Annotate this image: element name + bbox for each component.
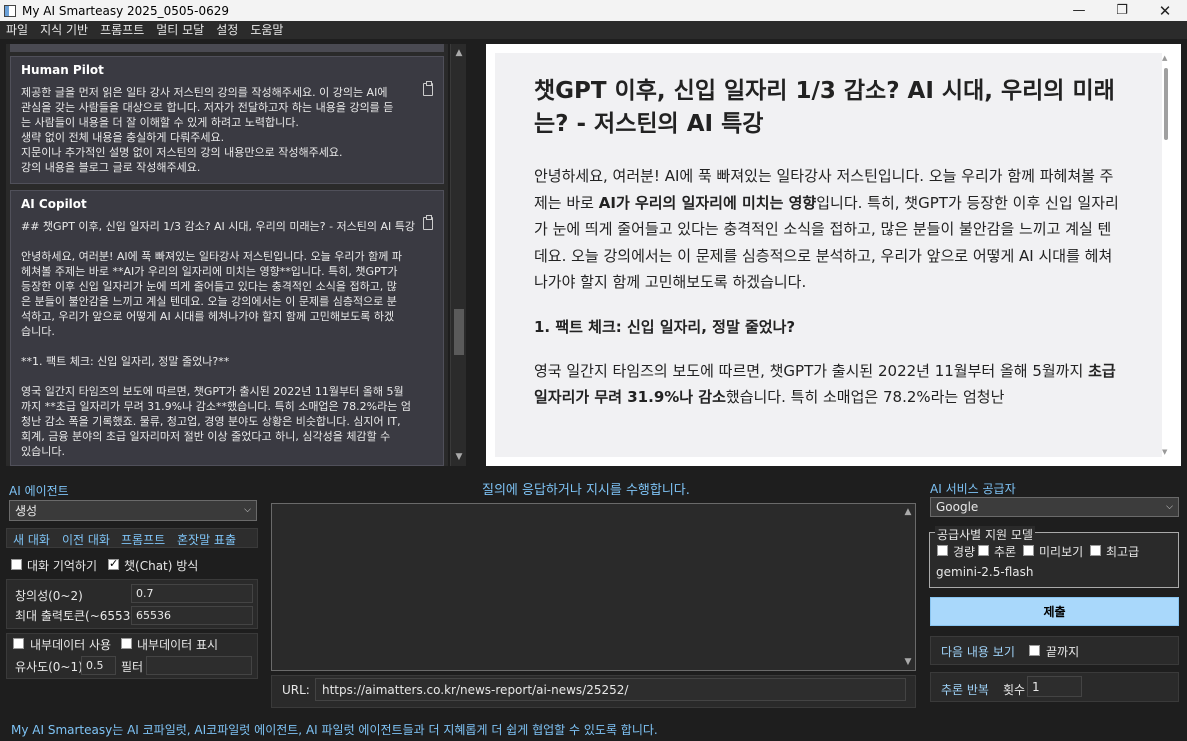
paragraph-bold-text: AI가 우리의 일자리에 미치는 영향	[598, 193, 817, 212]
chat-history-panel[interactable]: Human Pilot 제공한 글을 먼저 읽은 일타 강사 저스틴의 강의를 …	[6, 44, 448, 466]
chat-scrollbar[interactable]: ▲ ▼	[450, 44, 466, 466]
status-text: My AI Smarteasy는 AI 코파일럿, AI코파일럿 에이전트, A…	[11, 723, 658, 737]
document-paragraph: 영국 일간지 타임즈의 보도에 따르면, 챗GPT가 출시된 2022년 11월…	[534, 358, 1122, 411]
scroll-down-icon[interactable]: ▼	[1162, 448, 1167, 456]
model-premium-checkbox[interactable]	[1090, 545, 1101, 556]
chat-mode-checkbox[interactable]	[108, 557, 119, 570]
prompt-hint: 질의에 응답하거나 지시를 수행합니다.	[482, 483, 690, 498]
document-paragraph: 안녕하세요, 여러분! AI에 푹 빠져있는 일타강사 저스틴입니다. 오늘 우…	[534, 163, 1122, 296]
menu-knowledge-base[interactable]: 지식 기반	[34, 21, 94, 39]
submit-button[interactable]: 제출	[930, 597, 1179, 626]
document-content: 챗GPT 이후, 신입 일자리 1/3 감소? AI 시대, 우리의 미래는? …	[495, 53, 1162, 457]
remember-conversation-checkbox[interactable]	[11, 559, 22, 570]
menu-settings[interactable]: 설정	[210, 21, 244, 39]
ai-message-text: ## 챗GPT 이후, 신입 일자리 1/3 감소? AI 시대, 우리의 미래…	[21, 220, 416, 458]
model-light-checkbox[interactable]	[937, 545, 948, 556]
menu-file[interactable]: 파일	[0, 21, 34, 39]
tab-new-chat[interactable]: 새 대화	[13, 531, 50, 548]
model-preview-label: 미리보기	[1039, 545, 1084, 559]
menu-multimodal[interactable]: 멀티 모달	[150, 21, 210, 39]
menu-bar: 파일 지식 기반 프롬프트 멀티 모달 설정 도움말	[0, 21, 1187, 39]
scroll-thumb[interactable]	[454, 309, 464, 355]
until-end-label: 끝까지	[1046, 645, 1080, 659]
max-tokens-label: 최대 출력토큰(~65536)	[15, 609, 143, 623]
prompt-scrollbar[interactable]: ▲ ▼	[900, 505, 915, 669]
provider-section-label: AI 서비스 공급자	[930, 482, 1016, 496]
remember-conversation-label: 대화 기억하기	[27, 559, 98, 573]
paragraph-text: 영국 일간지 타임즈의 보도에 따르면, 챗GPT가 출시된 2022년 11월…	[534, 361, 1089, 380]
model-reasoning-checkbox[interactable]	[978, 545, 989, 556]
document-heading: 1. 팩트 체크: 신입 일자리, 정말 줄었나?	[534, 317, 796, 336]
use-internal-data-label: 내부데이터 사용	[30, 638, 112, 652]
menu-prompt[interactable]: 프롬프트	[94, 21, 150, 39]
model-premium-label: 최고급	[1106, 545, 1140, 559]
url-label: URL:	[282, 683, 310, 697]
creativity-label: 창의성(0~2)	[15, 589, 83, 603]
model-preview-checkbox[interactable]	[1023, 545, 1034, 556]
count-input[interactable]: 1	[1027, 676, 1082, 697]
show-internal-data-checkbox[interactable]	[121, 638, 132, 649]
clipboard-icon[interactable]	[423, 81, 433, 96]
filter-input[interactable]	[146, 656, 252, 675]
next-content-link[interactable]: 다음 내용 보기	[941, 643, 1015, 660]
filter-label: 필터	[121, 660, 144, 674]
document-preview-panel[interactable]: 챗GPT 이후, 신입 일자리 1/3 감소? AI 시대, 우리의 미래는? …	[486, 44, 1181, 466]
chat-mode-label: 챗(Chat) 방식	[124, 559, 199, 573]
max-tokens-input[interactable]: 65536	[131, 606, 253, 625]
tab-prompt[interactable]: 프롬프트	[121, 531, 165, 548]
creativity-input[interactable]: 0.7	[131, 584, 253, 603]
agent-select[interactable]: 생성 ⌵	[9, 500, 257, 521]
model-name[interactable]: gemini-2.5-flash	[936, 565, 1033, 579]
url-input[interactable]: https://aimatters.co.kr/news-report/ai-n…	[315, 678, 906, 701]
menu-help[interactable]: 도움말	[244, 21, 289, 39]
chevron-down-icon: ⌵	[1166, 502, 1173, 512]
human-message-text: 제공한 글을 먼저 읽은 일타 강사 저스틴의 강의를 작성해주세요. 이 강의…	[21, 86, 394, 174]
scroll-up-icon[interactable]: ▲	[900, 505, 916, 519]
scroll-up-icon[interactable]: ▲	[451, 46, 467, 60]
clipboard-icon[interactable]	[423, 215, 433, 230]
human-role-label: Human Pilot	[21, 63, 104, 77]
previous-message-edge	[10, 44, 444, 52]
scroll-up-icon[interactable]: ▲	[1162, 54, 1167, 62]
app-icon	[4, 4, 16, 17]
provider-select[interactable]: Google ⌵	[930, 497, 1179, 517]
title-bar: My AI Smarteasy 2025_0505-0629 — ❐ ✕	[0, 0, 1187, 21]
until-end-checkbox[interactable]	[1029, 645, 1040, 656]
paragraph-text: 했습니다. 특히 소매업은 78.2%라는 엄청난	[725, 388, 1005, 406]
repeat-reasoning-link[interactable]: 추론 반복	[941, 681, 989, 698]
provider-selected-value: Google	[936, 500, 979, 514]
use-internal-data-checkbox[interactable]	[13, 638, 24, 649]
window-title: My AI Smarteasy 2025_0505-0629	[22, 3, 229, 18]
minimize-button[interactable]: —	[1057, 0, 1101, 21]
scroll-down-icon[interactable]: ▼	[900, 655, 916, 669]
document-scrollbar[interactable]: ▲ ▼	[1162, 54, 1172, 456]
chevron-down-icon: ⌵	[244, 505, 251, 515]
ai-message-card: AI Copilot ## 챗GPT 이후, 신입 일자리 1/3 감소? AI…	[10, 190, 444, 466]
tab-previous-chat[interactable]: 이전 대화	[62, 531, 110, 548]
ai-role-label: AI Copilot	[21, 197, 87, 211]
similarity-label: 유사도(0~1):	[15, 660, 87, 674]
status-bar: My AI Smarteasy는 AI 코파일럿, AI코파일럿 에이전트, A…	[0, 716, 1187, 741]
maximize-button[interactable]: ❐	[1100, 0, 1144, 21]
models-group-label: 공급사별 지원 모델	[935, 526, 1035, 543]
model-reasoning-label: 추론	[994, 545, 1017, 559]
document-title: 챗GPT 이후, 신입 일자리 1/3 감소? AI 시대, 우리의 미래는? …	[534, 78, 1115, 137]
human-message-card: Human Pilot 제공한 글을 먼저 읽은 일타 강사 저스틴의 강의를 …	[10, 56, 444, 184]
prompt-input[interactable]	[271, 503, 916, 671]
close-button[interactable]: ✕	[1143, 0, 1187, 21]
similarity-input[interactable]: 0.5	[81, 656, 116, 675]
scroll-down-icon[interactable]: ▼	[451, 450, 467, 464]
tab-monologue[interactable]: 혼잣말 표출	[177, 531, 236, 548]
show-internal-data-label: 내부데이터 표시	[137, 638, 219, 652]
agent-selected-value: 생성	[15, 504, 38, 518]
model-light-label: 경량	[953, 545, 976, 559]
scroll-thumb[interactable]	[1164, 68, 1168, 140]
count-label: 횟수	[1003, 683, 1026, 697]
agent-section-label: AI 에이전트	[9, 484, 69, 498]
